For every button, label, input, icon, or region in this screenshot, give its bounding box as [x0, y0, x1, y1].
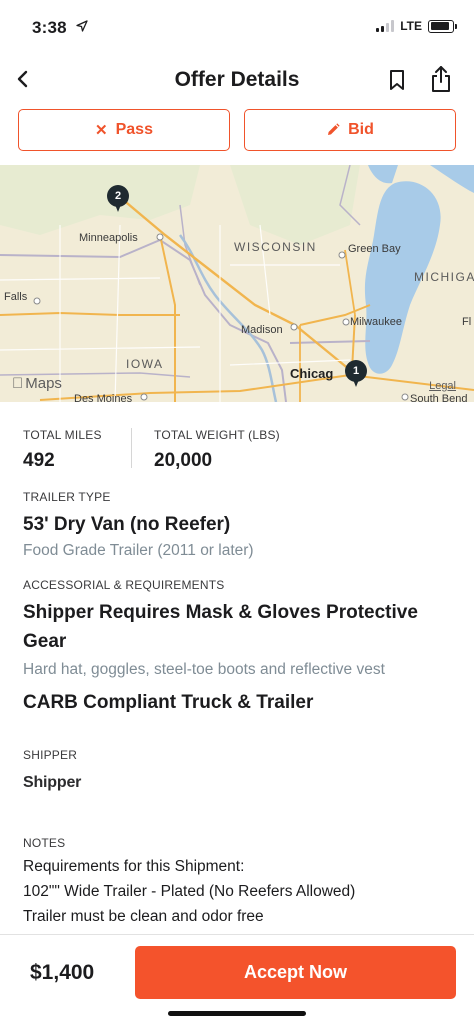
share-icon [432, 66, 450, 92]
trailer-subtext: Food Grade Trailer (2011 or later) [23, 542, 254, 559]
notes-line: Trailer must be clean and odor free [23, 908, 264, 925]
close-icon: ✕ [95, 121, 108, 139]
home-indicator[interactable] [168, 1011, 306, 1016]
bottom-bar: $1,400 Accept Now [0, 934, 474, 1024]
location-arrow-icon [76, 20, 88, 32]
requirement-subtext: Hard hat, goggles, steel-toe boots and r… [23, 661, 385, 678]
map-label-milwaukee: Milwaukee [350, 316, 402, 328]
apple-logo-icon:  [12, 375, 23, 392]
maps-attribution-text: Maps [14, 375, 62, 392]
bookmark-icon [390, 70, 404, 90]
status-time: 3:38 [32, 18, 67, 37]
map-label-des-moines: Des Moines [74, 393, 133, 402]
trailer-type: 53' Dry Van (no Reefer) [23, 514, 231, 535]
pass-button[interactable]: ✕ Pass [18, 109, 230, 151]
requirement-title: Shipper Requires Mask & Gloves Protectiv… [23, 602, 418, 652]
map-pin-destination[interactable]: 2 [107, 185, 129, 215]
notes-line: Requirements for this Shipment: [23, 858, 245, 875]
network-type: LTE [400, 19, 422, 33]
map-label-michigan: MICHIGA [414, 270, 474, 284]
requirement-title: CARB Compliant Truck & Trailer [23, 692, 314, 713]
map-label-edge: Fl [462, 316, 472, 328]
accessorial-section: ACCESSORIAL & REQUIREMENTS Shipper Requi… [23, 578, 453, 717]
notes-section: NOTES Requirements for this Shipment: 10… [23, 836, 453, 929]
offer-price: $1,400 [30, 961, 95, 984]
pencil-icon [328, 123, 340, 135]
map-label-south-bend: South Bend [410, 393, 468, 402]
total-weight-caption: TOTAL WEIGHT (LBS) [154, 428, 280, 442]
legal-link[interactable]: Legal [429, 380, 456, 392]
apple-maps-attribution:  Maps [12, 375, 62, 392]
shipper-logo: Shipper [23, 774, 82, 791]
signal-icon [376, 20, 395, 32]
bid-button[interactable]: Bid [244, 109, 456, 151]
pass-label: Pass [115, 121, 153, 138]
offer-actions: ✕ Pass Bid [18, 109, 456, 151]
map-label-chicago: Chicag [290, 366, 334, 381]
notes-body: Requirements for this Shipment: 102"" Wi… [23, 854, 453, 929]
total-miles-value: 492 [23, 450, 55, 471]
total-miles-caption: TOTAL MILES [23, 428, 102, 442]
map-label-wisconsin: WISCONSIN [234, 240, 317, 254]
notes-line: 102"" Wide Trailer - Plated (No Reefers … [23, 883, 356, 900]
stats-row: TOTAL MILES 492 TOTAL WEIGHT (LBS) 20,00… [23, 428, 453, 474]
map-label-madison: Madison [241, 324, 283, 336]
navigation-bar: Offer Details [0, 58, 474, 102]
map-label-iowa: IOWA [126, 357, 164, 371]
bid-label: Bid [348, 121, 374, 138]
status-bar: 3:38 LTE [0, 0, 474, 52]
map-label-green-bay: Green Bay [348, 243, 401, 255]
map-pin-origin[interactable]: 1 [345, 360, 367, 390]
bookmark-button[interactable] [384, 66, 410, 94]
notes-caption: NOTES [23, 836, 66, 850]
trailer-section: TRAILER TYPE 53' Dry Van (no Reefer) Foo… [23, 490, 453, 563]
map-label-minneapolis: Minneapolis [79, 232, 138, 244]
accessorial-caption: ACCESSORIAL & REQUIREMENTS [23, 578, 225, 592]
map-label-falls: Falls [4, 291, 28, 303]
map-background [0, 165, 474, 402]
accept-now-button[interactable]: Accept Now [135, 946, 456, 999]
total-weight-value: 20,000 [154, 450, 213, 471]
route-map[interactable]: Minneapolis WISCONSIN Green Bay MICHIGA … [0, 165, 474, 402]
total-weight: TOTAL WEIGHT (LBS) 20,000 [154, 428, 280, 472]
shipper-caption: SHIPPER [23, 748, 78, 762]
battery-icon [428, 19, 457, 33]
stats-divider [131, 428, 132, 468]
share-button[interactable] [428, 64, 454, 94]
total-miles: TOTAL MILES 492 [23, 428, 102, 472]
trailer-caption: TRAILER TYPE [23, 490, 111, 504]
shipper-section: SHIPPER Shipper [23, 748, 453, 792]
